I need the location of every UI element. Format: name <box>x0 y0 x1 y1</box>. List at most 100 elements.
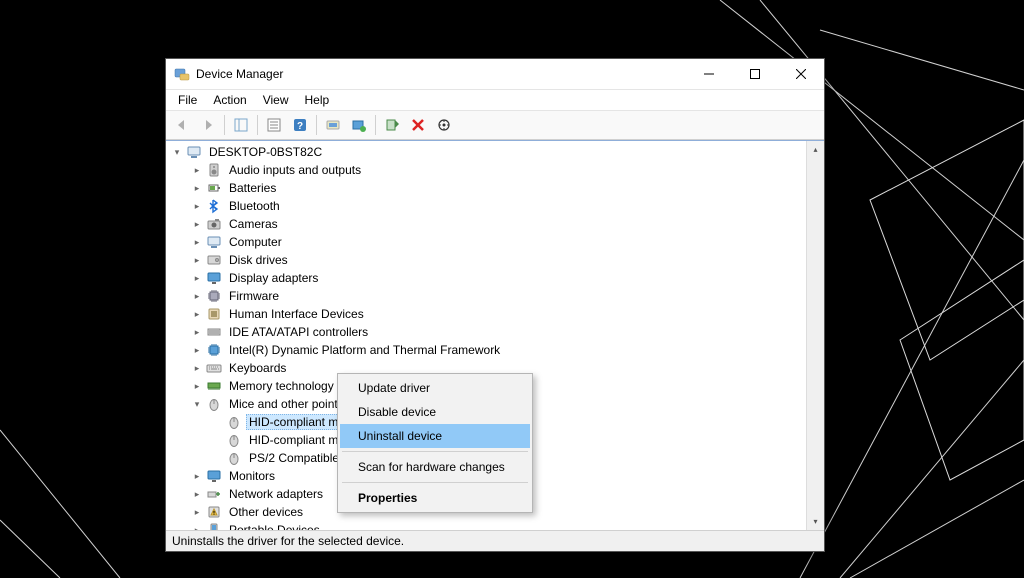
toolbar-scan-hardware-button[interactable] <box>432 113 456 137</box>
tree-item-label: Portable Devices <box>226 522 323 530</box>
speaker-icon <box>206 162 222 178</box>
computer-icon <box>186 144 202 160</box>
scroll-down-icon[interactable]: ▾ <box>807 513 824 530</box>
twisty-closed-icon[interactable]: ▸ <box>190 523 204 530</box>
twisty-closed-icon[interactable]: ▸ <box>190 343 204 357</box>
ide-icon <box>206 324 222 340</box>
tree-item-label: Monitors <box>226 468 278 484</box>
twisty-closed-icon[interactable]: ▸ <box>190 325 204 339</box>
close-button[interactable] <box>778 59 824 89</box>
mouse-icon <box>226 432 242 448</box>
menu-bar: File Action View Help <box>166 90 824 111</box>
toolbar-separator <box>224 115 225 135</box>
context-menu-item[interactable]: Scan for hardware changes <box>340 455 530 479</box>
chip-blue-icon <box>206 342 222 358</box>
context-menu-separator <box>342 451 528 452</box>
tree-category[interactable]: ▸ Portable Devices <box>186 521 806 530</box>
maximize-button[interactable] <box>732 59 778 89</box>
tree-category[interactable]: ▸ Computer <box>186 233 806 251</box>
hid-icon <box>206 306 222 322</box>
twisty-closed-icon[interactable]: ▸ <box>190 253 204 267</box>
context-menu: Update driverDisable deviceUninstall dev… <box>337 373 533 513</box>
twisty-closed-icon[interactable]: ▸ <box>190 289 204 303</box>
twisty-closed-icon[interactable]: ▸ <box>190 217 204 231</box>
context-menu-item[interactable]: Update driver <box>340 376 530 400</box>
toolbar-update-button[interactable] <box>347 113 371 137</box>
portable-icon <box>206 522 222 530</box>
twisty-open-icon[interactable]: ▾ <box>190 397 204 411</box>
menu-action[interactable]: Action <box>205 91 254 109</box>
twisty-closed-icon[interactable]: ▸ <box>190 379 204 393</box>
scroll-up-icon[interactable]: ▴ <box>807 141 824 158</box>
tree-category[interactable]: ▸Display adapters <box>186 269 806 287</box>
monitor-icon <box>206 270 222 286</box>
tree-category[interactable]: ▸ Audio inputs and outputs <box>186 161 806 179</box>
toolbar-show-hide-tree-button[interactable] <box>229 113 253 137</box>
toolbar-help-button[interactable]: ? <box>288 113 312 137</box>
tree-item-label: DESKTOP-0BST82C <box>206 144 325 160</box>
camera-icon <box>206 216 222 232</box>
tree-category[interactable]: ▸ Batteries <box>186 179 806 197</box>
titlebar: Device Manager <box>166 59 824 90</box>
toolbar-separator <box>257 115 258 135</box>
twisty-closed-icon[interactable]: ▸ <box>190 505 204 519</box>
tree-category[interactable]: ▸ IDE ATA/ATAPI controllers <box>186 323 806 341</box>
twisty-closed-icon[interactable]: ▸ <box>190 487 204 501</box>
tree-item-label: Disk drives <box>226 252 291 268</box>
menu-file[interactable]: File <box>170 91 205 109</box>
tree-item-label: Bluetooth <box>226 198 283 214</box>
battery-icon <box>206 180 222 196</box>
keyboard-icon <box>206 360 222 376</box>
toolbar-back-button[interactable] <box>170 113 194 137</box>
toolbar: ? <box>166 111 824 140</box>
context-menu-separator <box>342 482 528 483</box>
tree-item-label: Batteries <box>226 180 279 196</box>
minimize-button[interactable] <box>686 59 732 89</box>
tree-category[interactable]: ▸Cameras <box>186 215 806 233</box>
context-menu-item[interactable]: Disable device <box>340 400 530 424</box>
twisty-closed-icon[interactable]: ▸ <box>190 199 204 213</box>
twisty-closed-icon[interactable]: ▸ <box>190 235 204 249</box>
bluetooth-icon <box>206 198 222 214</box>
tree-item-label: Audio inputs and outputs <box>226 162 364 178</box>
twisty-closed-icon[interactable]: ▸ <box>190 361 204 375</box>
twisty-closed-icon[interactable]: ▸ <box>190 163 204 177</box>
twisty-none <box>210 415 224 429</box>
toolbar-uninstall-button[interactable] <box>406 113 430 137</box>
twisty-none <box>210 451 224 465</box>
memory-icon <box>206 378 222 394</box>
twisty-closed-icon[interactable]: ▸ <box>190 469 204 483</box>
window-controls <box>686 59 824 89</box>
tree-item-label: Keyboards <box>226 360 289 376</box>
vertical-scrollbar[interactable]: ▴ ▾ <box>806 141 824 530</box>
twisty-closed-icon[interactable]: ▸ <box>190 271 204 285</box>
twisty-closed-icon[interactable]: ▸ <box>190 181 204 195</box>
toolbar-enable-button[interactable] <box>380 113 404 137</box>
toolbar-properties-button[interactable] <box>262 113 286 137</box>
tree-item-label: Other devices <box>226 504 306 520</box>
svg-text:?: ? <box>297 121 303 132</box>
warning-icon <box>206 504 222 520</box>
app-icon <box>174 66 190 82</box>
mouse-icon <box>226 414 242 430</box>
mouse-icon <box>206 396 222 412</box>
tree-item-label: Computer <box>226 234 285 250</box>
toolbar-forward-button[interactable] <box>196 113 220 137</box>
menu-help[interactable]: Help <box>297 91 338 109</box>
tree-item-label: IDE ATA/ATAPI controllers <box>226 324 371 340</box>
tree-category[interactable]: ▸ Bluetooth <box>186 197 806 215</box>
tree-root-node[interactable]: ▾ DESKTOP-0BST82C <box>166 143 806 161</box>
toolbar-scan-button[interactable] <box>321 113 345 137</box>
context-menu-item[interactable]: Uninstall device <box>340 424 530 448</box>
menu-view[interactable]: View <box>255 91 297 109</box>
tree-category[interactable]: ▸ Intel(R) Dynamic Platform and Thermal F… <box>186 341 806 359</box>
tree-category[interactable]: ▸Human Interface Devices <box>186 305 806 323</box>
network-icon <box>206 486 222 502</box>
tree-item-label: Intel(R) Dynamic Platform and Thermal Fr… <box>226 342 503 358</box>
context-menu-item[interactable]: Properties <box>340 486 530 510</box>
tree-category[interactable]: ▸Firmware <box>186 287 806 305</box>
computer-icon <box>206 234 222 250</box>
twisty-closed-icon[interactable]: ▸ <box>190 307 204 321</box>
twisty-open-icon[interactable]: ▾ <box>170 145 184 159</box>
tree-category[interactable]: ▸ Disk drives <box>186 251 806 269</box>
